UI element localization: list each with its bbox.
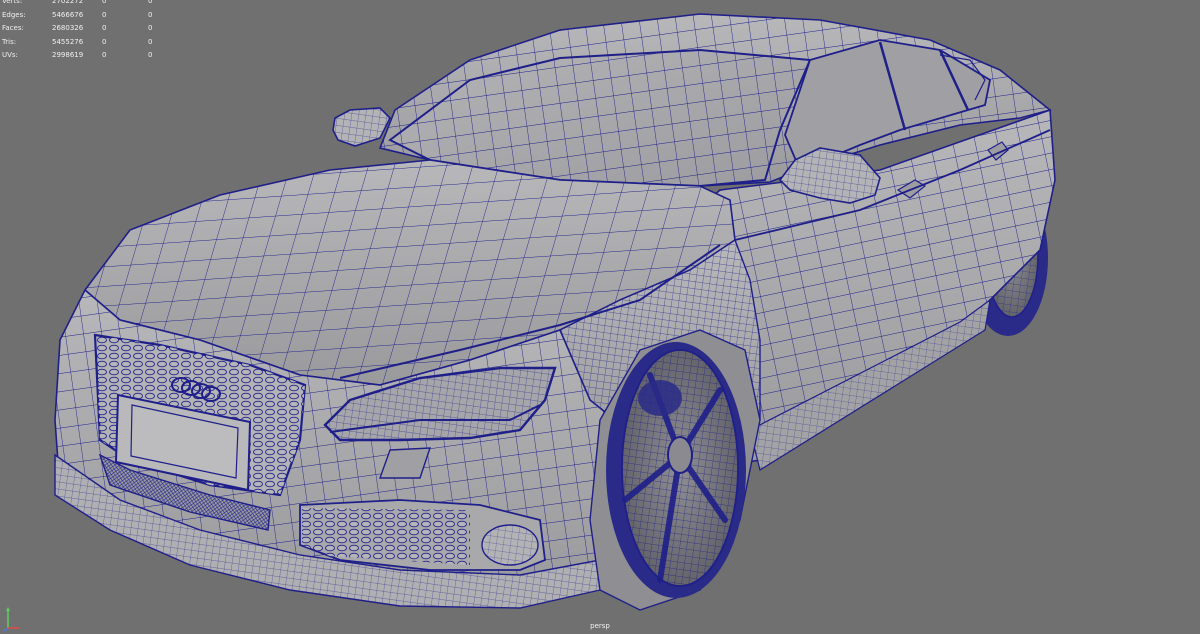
- hud-components-value: 0: [148, 10, 153, 19]
- hud-components-value: 0: [148, 0, 153, 5]
- left-mirror: [332, 107, 391, 147]
- hud-selected-value: 0: [102, 0, 107, 5]
- hud-selected-value: 0: [102, 24, 107, 32]
- camera-name-label: persp: [590, 622, 610, 630]
- hud-row-tris: Tris: 5455276 0 0: [2, 36, 194, 50]
- hud-value: 2998619: [52, 51, 84, 59]
- hud-value: 5466676: [52, 10, 84, 19]
- hud-row-edges: Edges: 5466676 0 0: [2, 9, 194, 23]
- hud-value: 5455276: [52, 37, 84, 46]
- hud-label: Verts:: [2, 0, 23, 5]
- hud-components-value: 0: [148, 37, 153, 46]
- car-wireframe-model[interactable]: [0, 0, 1200, 634]
- hud-selected-value: 0: [102, 10, 107, 19]
- hud-label: UVs:: [2, 51, 18, 59]
- hud-row-verts: Verts: 2702272 0 0: [2, 0, 194, 9]
- maya-viewport[interactable]: Verts: 2702272 0 0 Edges: 5466676 0 0 Fa…: [0, 0, 1200, 634]
- hud-selected-value: 0: [102, 51, 107, 59]
- hud-label: Faces:: [2, 24, 24, 32]
- hud-value: 2702272: [52, 0, 84, 5]
- hud-components-value: 0: [148, 51, 153, 59]
- hud-value: 2680326: [52, 24, 84, 32]
- hud-row-uvs: UVs: 2998619 0 0: [2, 49, 194, 63]
- hud-row-faces: Faces: 2680326 0 0: [2, 22, 194, 36]
- hud-components-value: 0: [148, 24, 153, 32]
- hud-label: Edges:: [2, 10, 26, 19]
- hud-label: Tris:: [2, 37, 17, 46]
- car-body: [54, 13, 1056, 609]
- poly-count-hud: Verts: 2702272 0 0 Edges: 5466676 0 0 Fa…: [2, 0, 194, 63]
- hud-selected-value: 0: [102, 37, 107, 46]
